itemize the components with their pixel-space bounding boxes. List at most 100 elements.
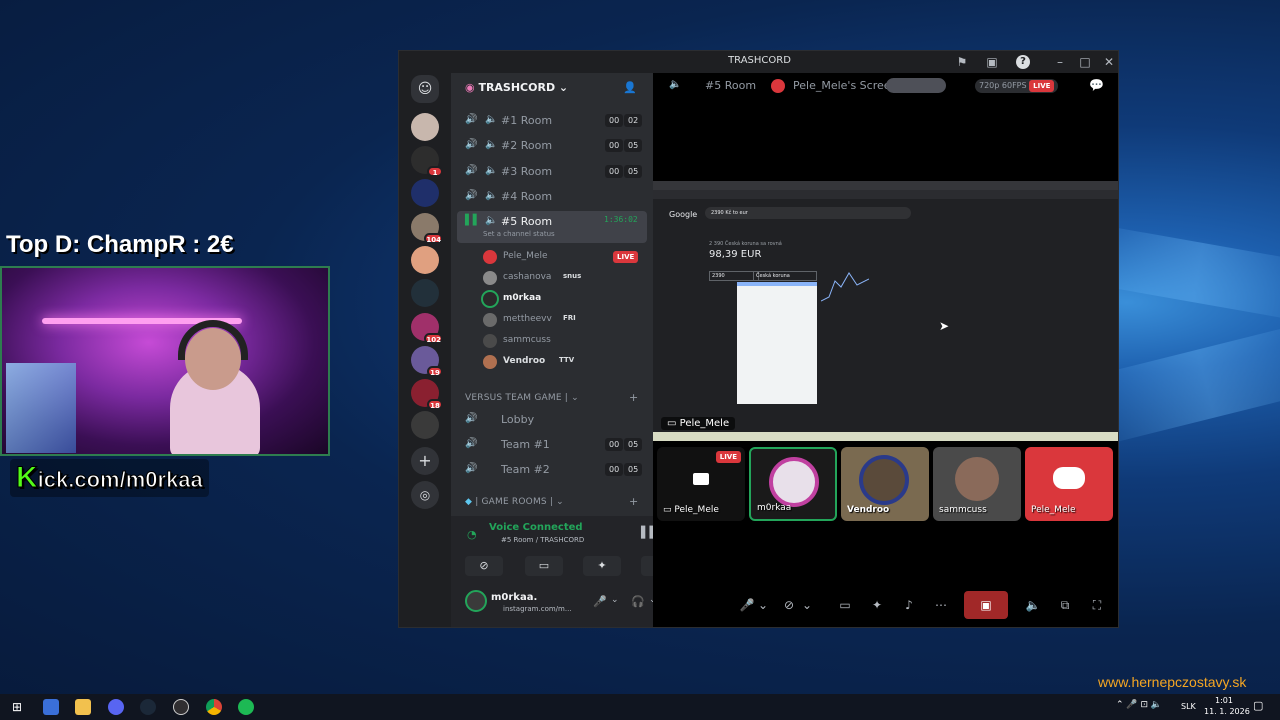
voice-channel[interactable]: 🔊 Lobby: [463, 409, 645, 431]
chrome-icon[interactable]: [206, 699, 222, 715]
server-icon[interactable]: 104: [411, 213, 443, 244]
live-badge: LIVE: [715, 451, 741, 463]
camera-off-icon[interactable]: ⊘: [779, 591, 799, 619]
chevron-down-icon[interactable]: ⌄: [611, 595, 619, 605]
microphone-icon[interactable]: 🎤: [737, 591, 757, 619]
stream-owner-label: ▭ Pele_Mele: [661, 417, 736, 430]
currency-dropdown: [737, 282, 817, 404]
google-logo: Google: [669, 210, 698, 219]
server-badge: 104: [424, 233, 443, 244]
spotify-icon[interactable]: [238, 699, 254, 715]
maximize-icon[interactable]: □: [1078, 55, 1092, 69]
participant-tile[interactable]: Pele_Mele: [1025, 447, 1113, 521]
discover-icon[interactable]: ◎: [411, 481, 439, 509]
add-channel-icon[interactable]: +: [629, 495, 638, 508]
username[interactable]: m0rkaa.: [491, 592, 537, 603]
avatar[interactable]: [465, 590, 487, 612]
chevron-down-icon[interactable]: ⌄: [757, 591, 769, 619]
speaker-icon: 🔈: [485, 114, 498, 125]
user-limit: 05: [624, 438, 643, 451]
voice-channel[interactable]: 🔊 Team #1 00 05: [463, 434, 645, 456]
pc-case: [6, 363, 76, 453]
add-server-icon[interactable]: +: [411, 447, 439, 475]
chevron-down-icon[interactable]: ⌄: [801, 591, 813, 619]
camera-off-button[interactable]: ⊘: [465, 556, 503, 576]
microphone-icon[interactable]: 🎤: [593, 595, 607, 608]
voice-channel[interactable]: 🔊 🔈 #4 Room: [463, 186, 645, 208]
server-icon[interactable]: 1: [411, 146, 443, 177]
notifications-icon[interactable]: ▢: [1253, 699, 1263, 712]
clock-date[interactable]: 11. 1. 2026: [1204, 707, 1250, 716]
popout-icon[interactable]: ⧉: [1055, 591, 1075, 619]
live-badge: LIVE: [613, 251, 639, 263]
screen-icon: ▭: [667, 418, 680, 429]
help-icon[interactable]: ?: [1016, 55, 1030, 69]
server-icon[interactable]: [411, 279, 439, 307]
voice-channel[interactable]: 🔊 🔈 #2 Room 00 05: [463, 135, 645, 157]
discord-taskbar-icon[interactable]: [108, 699, 124, 715]
avatar: [769, 457, 819, 507]
server-icon[interactable]: [411, 246, 439, 274]
invite-icon[interactable]: 👤: [623, 81, 637, 94]
language-indicator[interactable]: SLK: [1181, 702, 1196, 711]
guild-header[interactable]: ◉ TRASHCORD ⌄: [465, 81, 568, 94]
stop-stream-button[interactable]: ▣: [964, 591, 1008, 619]
minimize-icon[interactable]: –: [1053, 55, 1067, 69]
participant-tile[interactable]: m0rkaa: [749, 447, 837, 521]
user-status-tag: snus: [563, 272, 582, 280]
voice-status[interactable]: Voice Connected: [489, 522, 583, 533]
user-subtitle: instagram.com/m...: [503, 605, 572, 613]
server-icon[interactable]: 18: [411, 379, 443, 410]
tray-icons[interactable]: ⌃ 🎤 ⊡ 🔈: [1116, 700, 1162, 710]
server-icon[interactable]: 102: [411, 313, 443, 344]
add-channel-icon[interactable]: +: [629, 391, 638, 404]
speaker-icon: 🔊: [465, 413, 478, 424]
server-icon[interactable]: [411, 411, 439, 439]
voice-channel[interactable]: 🔊 Team #2 00 05: [463, 459, 645, 481]
channel-status[interactable]: Set a channel status: [483, 230, 555, 238]
server-icon[interactable]: 19: [411, 346, 443, 377]
screen-share-icon[interactable]: ▭: [835, 591, 855, 619]
home-discord-icon[interactable]: ☺: [411, 75, 439, 103]
voice-channel[interactable]: 🔊 🔈 #3 Room 00 05: [463, 161, 645, 183]
speaker-icon: 🔊: [465, 190, 478, 201]
volume-icon[interactable]: 🔈: [1023, 591, 1043, 619]
category-versus[interactable]: VERSUS TEAM GAME | ⌄: [465, 393, 579, 403]
obs-icon[interactable]: [173, 699, 189, 715]
more-icon[interactable]: ⋯: [931, 591, 951, 619]
server-icon[interactable]: [411, 113, 439, 141]
user-count: 00: [605, 139, 624, 152]
inbox-icon[interactable]: ▣: [985, 55, 999, 69]
clock-time[interactable]: 1:01: [1215, 696, 1233, 705]
fullscreen-icon[interactable]: ⛶: [1087, 591, 1107, 619]
voice-channel[interactable]: 🔊 🔈 #1 Room 00 02: [463, 110, 645, 132]
activities-button[interactable]: ✦: [583, 556, 621, 576]
screen-share-button[interactable]: ▭: [525, 556, 563, 576]
activities-icon[interactable]: ✦: [867, 591, 887, 619]
user-panel: m0rkaa. instagram.com/m... 🎤 ⌄ 🎧 ⌄ ⚙: [451, 578, 681, 627]
browser-tabs: [653, 181, 1118, 190]
active-voice-channel[interactable]: ▌▌ 🔈 #5 Room 1:36:02 Set a channel statu…: [457, 211, 647, 243]
soundboard-icon[interactable]: ♪: [899, 591, 919, 619]
speaker-icon: 🔈: [485, 215, 498, 226]
inbox-flag-icon[interactable]: ⚑: [955, 55, 969, 69]
participant-tile[interactable]: sammcuss: [933, 447, 1021, 521]
task-view-icon[interactable]: [43, 699, 59, 715]
speaker-icon: 🔈: [485, 165, 498, 176]
voice-location[interactable]: #5 Room / TRASHCORD: [501, 536, 584, 544]
result-label: 2 390 Česká koruna sa rovná: [709, 241, 782, 247]
channel-timer: 1:36:02: [604, 215, 638, 224]
windows-start-icon[interactable]: ⊞: [9, 699, 25, 715]
file-explorer-icon[interactable]: [75, 699, 91, 715]
steam-icon[interactable]: [140, 699, 156, 715]
headphones-icon[interactable]: 🎧: [631, 595, 645, 608]
participant-tile[interactable]: Vendroo: [841, 447, 929, 521]
stage-header: 🔈 #5 Room Pele_Mele's Screen 720p 60FPS …: [653, 73, 1118, 99]
participant-tile[interactable]: LIVE ▭ Pele_Mele: [657, 447, 745, 521]
shared-screen[interactable]: Google 2390 Kč to eur 2 390 Česká koruna…: [653, 181, 1118, 441]
category-game-rooms[interactable]: ◆ | GAME ROOMS | ⌄: [465, 497, 564, 507]
currency-select: Česká koruna: [753, 271, 817, 281]
close-icon[interactable]: ✕: [1102, 55, 1116, 69]
chat-icon[interactable]: 💬: [1089, 78, 1104, 92]
server-icon[interactable]: [411, 179, 439, 207]
